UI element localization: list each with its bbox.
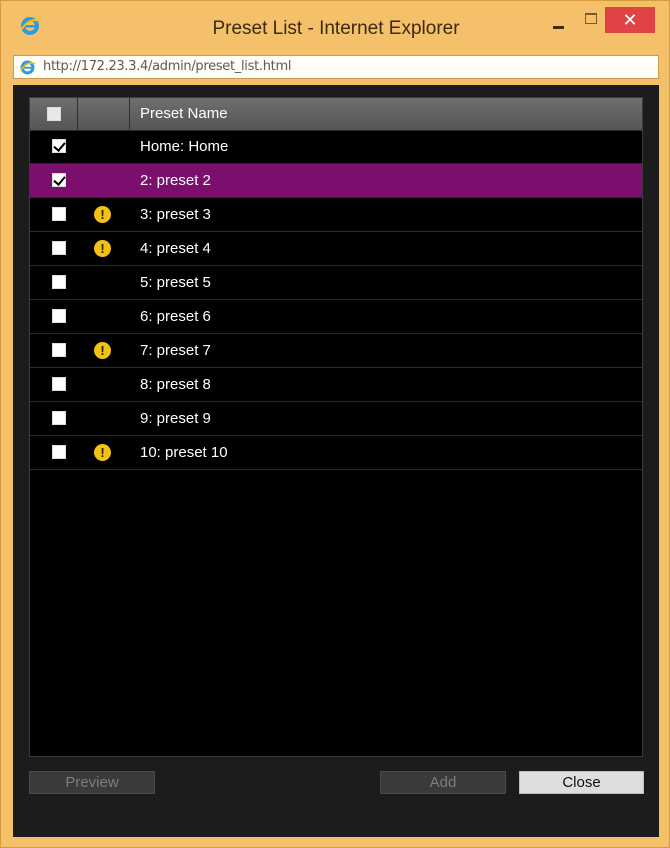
preset-name: Home: Home [140,138,229,155]
warning-icon: ! [94,240,111,257]
preset-row[interactable]: ! 3: preset 3 [30,198,642,232]
address-bar[interactable]: http://172.23.3.4/admin/preset_list.html [13,55,659,79]
preset-row[interactable]: 5: preset 5 [30,266,642,300]
preset-name: 6: preset 6 [140,308,211,325]
preset-row[interactable]: 8: preset 8 [30,368,642,402]
preset-name: 4: preset 4 [140,240,211,257]
preset-row[interactable]: ! 4: preset 4 [30,232,642,266]
row-checkbox[interactable] [52,309,66,323]
preset-name: 8: preset 8 [140,376,211,393]
preset-row[interactable]: ! 10: preset 10 [30,436,642,470]
row-checkbox[interactable] [52,241,66,255]
preset-name: 10: preset 10 [140,444,228,461]
preset-name: 9: preset 9 [140,410,211,427]
preset-name-column-header[interactable]: Preset Name [130,98,642,130]
select-all-cell [30,98,78,130]
row-checkbox[interactable] [52,377,66,391]
preset-row[interactable]: Home: Home [30,130,642,164]
preset-row[interactable]: 6: preset 6 [30,300,642,334]
row-checkbox[interactable] [52,343,66,357]
row-checkbox[interactable] [52,275,66,289]
preset-name: 3: preset 3 [140,206,211,223]
address-url: http://172.23.3.4/admin/preset_list.html [43,59,292,74]
status-column-header [78,98,130,130]
row-checkbox[interactable] [52,207,66,221]
window-title: Preset List - Internet Explorer [212,18,460,39]
row-checkbox[interactable] [52,445,66,459]
preset-name: 2: preset 2 [140,172,211,189]
minimize-button[interactable] [549,15,569,33]
internet-explorer-icon [19,60,36,75]
maximize-button[interactable] [585,13,597,24]
preset-name: 7: preset 7 [140,342,211,359]
warning-icon: ! [94,444,111,461]
warning-icon: ! [94,342,111,359]
preset-name: 5: preset 5 [140,274,211,291]
list-header: Preset Name [30,98,642,131]
preset-list: Preset Name Home: Home 2: preset 2 ! 3: … [29,97,643,757]
close-window-button[interactable]: ✕ [605,7,655,33]
preset-row[interactable]: ! 7: preset 7 [30,334,642,368]
preset-row[interactable]: 2: preset 2 [30,164,642,198]
browser-window: Preset List - Internet Explorer ✕ http:/… [0,0,670,848]
title-bar[interactable]: Preset List - Internet Explorer ✕ [1,1,669,55]
add-button[interactable]: Add [380,771,506,794]
select-all-checkbox[interactable] [47,107,61,121]
dialog-content: Preset Name Home: Home 2: preset 2 ! 3: … [13,85,659,837]
row-checkbox[interactable] [52,411,66,425]
preview-button[interactable]: Preview [29,771,155,794]
close-button[interactable]: Close [519,771,644,794]
row-checkbox[interactable] [52,173,66,187]
warning-icon: ! [94,206,111,223]
preset-row[interactable]: 9: preset 9 [30,402,642,436]
row-checkbox[interactable] [52,139,66,153]
